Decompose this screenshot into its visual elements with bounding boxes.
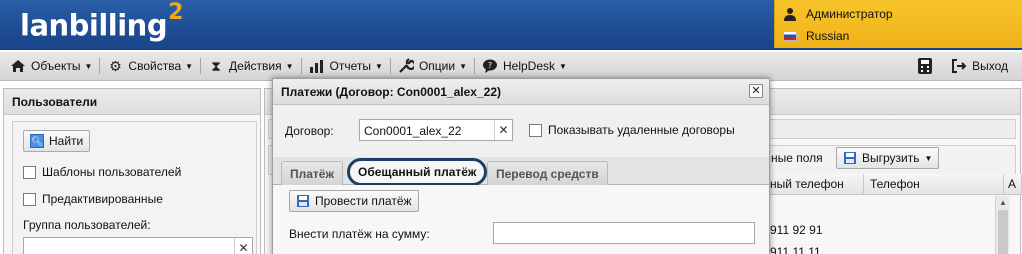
floppy-icon xyxy=(297,195,309,207)
chevron-down-icon: ▼ xyxy=(459,61,467,71)
templates-checkbox[interactable] xyxy=(23,165,36,179)
hourglass-icon: ⧗ xyxy=(211,57,221,74)
menu-options-label: Опции xyxy=(418,59,456,73)
gear-icon: ⚙ xyxy=(109,57,122,74)
user-box: Администратор Russian xyxy=(774,0,1022,48)
preactivated-checkbox[interactable] xyxy=(23,192,36,206)
menu-properties[interactable]: ⚙ Свойства ▼ xyxy=(103,55,197,77)
tab-payment[interactable]: Платёж xyxy=(281,161,343,185)
export-button[interactable]: Выгрузить ▼ xyxy=(836,147,940,169)
clear-icon[interactable]: ✕ xyxy=(234,238,252,254)
templates-checkbox-row[interactable]: Шаблоны пользователей xyxy=(23,165,181,179)
logo-superscript: 2 xyxy=(168,0,183,25)
user-group-label: Группа пользователей: xyxy=(23,218,151,232)
chevron-down-icon: ▼ xyxy=(375,61,383,71)
find-button-label: Найти xyxy=(49,134,84,148)
svg-text:?: ? xyxy=(488,61,492,70)
language-label: Russian xyxy=(806,29,850,43)
app-header: lanbilling2 Администратор Russian xyxy=(0,0,1022,50)
house-icon xyxy=(11,60,25,72)
amount-input[interactable] xyxy=(493,222,755,244)
menu-actions[interactable]: ⧗ Действия ▼ xyxy=(204,55,298,77)
contract-field[interactable]: Con0001_alex_22 ✕ xyxy=(359,119,513,141)
clear-icon[interactable]: ✕ xyxy=(494,120,512,140)
chevron-down-icon: ▼ xyxy=(84,61,93,71)
menu-helpdesk-label: HelpDesk xyxy=(503,59,556,73)
search-icon: 🔍︎ xyxy=(30,134,44,148)
scroll-thumb[interactable] xyxy=(998,210,1008,254)
payments-dialog: Платежи (Договор: Con0001_alex_22) ✕ Дог… xyxy=(272,78,770,254)
menu-options[interactable]: Опции ▼ xyxy=(394,55,471,77)
submit-payment-label: Провести платёж xyxy=(315,194,412,208)
submit-payment-button[interactable]: Провести платёж xyxy=(289,190,419,212)
extra-fields-button[interactable]: ные поля xyxy=(771,148,823,168)
russian-flag-icon xyxy=(783,31,797,41)
menubar-right-tools: Выход xyxy=(917,55,1012,77)
scroll-up-icon[interactable]: ▲ xyxy=(996,196,1010,208)
promised-payment-panel: Провести платёж Внести платёж на сумму: xyxy=(273,185,769,254)
bar-chart-icon xyxy=(309,60,323,73)
menu-actions-label: Действия xyxy=(229,59,282,73)
menu-helpdesk[interactable]: ? HelpDesk ▼ xyxy=(478,55,571,77)
language-selector[interactable]: Russian xyxy=(783,26,849,46)
grid-scrollbar[interactable]: ▲ xyxy=(995,196,1009,254)
menu-separator xyxy=(389,58,391,74)
chevron-down-icon: ▼ xyxy=(559,61,567,71)
menu-properties-label: Свойства xyxy=(128,59,182,73)
exit-label: Выход xyxy=(972,59,1008,73)
templates-checkbox-label: Шаблоны пользователей xyxy=(42,165,182,179)
extra-fields-label: ные поля xyxy=(771,151,823,165)
column-header-next[interactable]: A xyxy=(1004,174,1022,195)
main-menubar: Объекты ▼ ⚙ Свойства ▼ ⧗ Действия ▼ Отчеты ▼… xyxy=(0,52,1022,81)
column-header-phone[interactable]: Телефон xyxy=(864,174,1004,195)
users-filter-box: 🔍︎ Найти Шаблоны пользователей Предактив… xyxy=(12,121,257,254)
logo-text: lanbilling xyxy=(20,8,168,43)
menu-objects-label: Объекты xyxy=(31,59,81,73)
menu-separator xyxy=(300,58,302,74)
menu-separator xyxy=(200,58,202,74)
export-button-label: Выгрузить xyxy=(862,151,920,165)
chevron-down-icon: ▼ xyxy=(185,61,194,71)
user-name: Администратор xyxy=(806,7,893,21)
menu-reports[interactable]: Отчеты ▼ xyxy=(305,55,387,77)
exit-button[interactable]: Выход xyxy=(947,55,1012,77)
amount-label: Внести платёж на сумму: xyxy=(289,227,430,241)
show-deleted-label: Показывать удаленные договоры xyxy=(548,123,735,137)
contract-label: Договор: xyxy=(285,124,334,138)
calculator-icon[interactable] xyxy=(917,57,933,75)
payments-dialog-title: Платежи (Договор: Con0001_alex_22) xyxy=(273,79,769,105)
grid-cell-phone: 911 11 11 xyxy=(770,245,821,254)
app-logo: lanbilling2 xyxy=(20,0,183,43)
user-group-field[interactable]: ✕ xyxy=(23,237,253,254)
menu-reports-label: Отчеты xyxy=(329,59,372,73)
floppy-icon xyxy=(844,152,856,164)
user-menu[interactable]: Администратор xyxy=(783,4,893,24)
user-icon xyxy=(784,8,796,21)
wrench-icon xyxy=(399,58,414,73)
chevron-down-icon: ▼ xyxy=(924,153,933,163)
menu-separator xyxy=(474,58,475,74)
show-deleted-checkbox[interactable] xyxy=(529,123,542,137)
grid-cell-phone: 911 92 91 xyxy=(770,223,823,237)
find-button[interactable]: 🔍︎ Найти xyxy=(23,130,91,152)
close-icon[interactable]: ✕ xyxy=(749,84,763,98)
users-panel-title: Пользователи xyxy=(4,89,260,115)
chevron-down-icon: ▼ xyxy=(285,61,294,71)
tab-transfer[interactable]: Перевод средств xyxy=(487,161,608,185)
exit-icon xyxy=(952,59,967,73)
show-deleted-checkbox-row[interactable]: Показывать удаленные договоры xyxy=(529,123,735,137)
contract-value: Con0001_alex_22 xyxy=(364,124,462,138)
speech-bubble-icon: ? xyxy=(483,59,497,73)
users-panel: Пользователи 🔍︎ Найти Шаблоны пользовате… xyxy=(3,88,261,254)
column-header-mobile[interactable]: ный телефон xyxy=(764,174,864,195)
preactivated-checkbox-label: Предактивированные xyxy=(42,192,163,206)
menu-objects[interactable]: Объекты ▼ xyxy=(6,55,96,77)
menu-separator xyxy=(99,58,101,74)
tab-promised-payment[interactable]: Обещанный платёж xyxy=(347,158,488,186)
preactivated-checkbox-row[interactable]: Предактивированные xyxy=(23,192,163,206)
payment-tabs: Платёж Обещанный платёж Перевод средств xyxy=(273,157,769,186)
